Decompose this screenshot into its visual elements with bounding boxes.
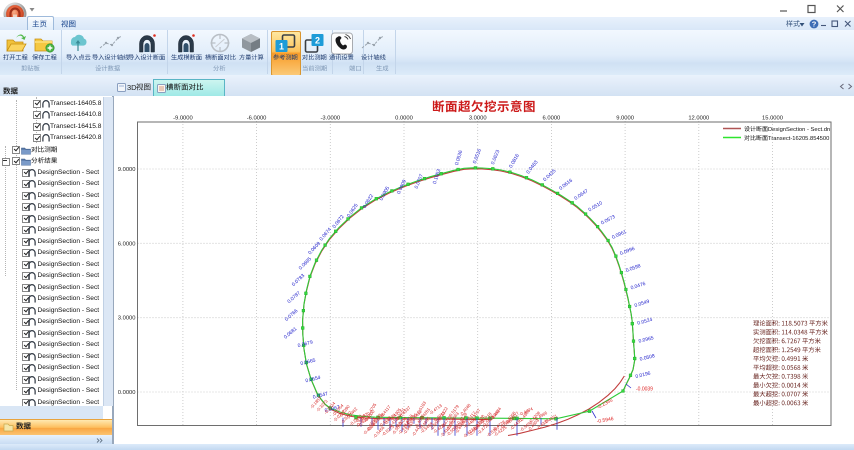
svg-text:0.0508: 0.0508 [639,353,656,363]
svg-text:12.0000: 12.0000 [688,116,709,122]
svg-text:0.0707: 0.0707 [414,173,425,190]
svg-text:0.0679: 0.0679 [297,340,314,350]
svg-text:0.0996: 0.0996 [619,246,636,257]
svg-text:-0.5946: -0.5946 [596,416,614,425]
svg-text:0.0573: 0.0573 [600,214,617,226]
svg-text:0.0510: 0.0510 [587,200,603,213]
svg-text:0.0647: 0.0647 [573,188,589,202]
svg-text:-3.0000: -3.0000 [320,116,340,122]
svg-text:DesignSection - Sect.dn: DesignSection - Sect.dn [768,127,830,133]
svg-text:0.0524: 0.0524 [637,317,654,327]
svg-text:-0.2345: -0.2345 [596,397,614,410]
svg-text:0.0766: 0.0766 [284,308,300,323]
svg-text:6.0000: 6.0000 [543,116,561,122]
svg-text:0.0616: 0.0616 [558,178,574,192]
svg-text:0.0674: 0.0674 [319,227,334,243]
svg-text:0.0476: 0.0476 [630,281,647,291]
svg-text:0.0787: 0.0787 [286,290,302,305]
svg-text:2: 2 [315,36,320,46]
svg-text:0.0681: 0.0681 [283,326,299,341]
svg-text:0.0549: 0.0549 [634,299,651,309]
svg-text:1: 1 [279,42,284,52]
svg-text:0.0783: 0.0783 [291,273,306,288]
svg-text:Transect-16205.854500: Transect-16205.854500 [768,136,829,142]
svg-text:-0.0039: -0.0039 [636,387,653,393]
svg-text:0.0695: 0.0695 [298,256,313,271]
svg-text:6.0000: 6.0000 [118,241,136,247]
svg-text:-9.0000: -9.0000 [173,116,193,122]
svg-text:0.0816: 0.0816 [508,153,521,169]
svg-text:0.0425: 0.0425 [542,168,557,183]
svg-text:0.0961: 0.0961 [611,229,628,241]
svg-text:0.0665: 0.0665 [300,357,317,367]
svg-text:0.0196: 0.0196 [635,370,652,380]
svg-text:0.0000: 0.0000 [118,390,136,396]
svg-text:?: ? [812,20,817,29]
svg-text:15.0000: 15.0000 [762,116,783,122]
svg-text:0.0965: 0.0965 [638,335,655,345]
svg-text:9.0000: 9.0000 [616,116,634,122]
svg-text:0.0909: 0.0909 [396,179,408,196]
svg-text:0.0536: 0.0536 [454,149,464,166]
svg-text:0.0623: 0.0623 [490,149,501,166]
svg-text:0.0516: 0.0516 [472,148,483,165]
svg-text:3.0000: 3.0000 [469,116,487,122]
svg-text:0.0463: 0.0463 [525,159,539,175]
svg-text:9.0000: 9.0000 [118,167,136,173]
svg-text:0.0598: 0.0598 [625,263,642,274]
svg-text:-6.0000: -6.0000 [247,116,267,122]
svg-text:0.1053: 0.1053 [432,168,442,185]
svg-text:3.0000: 3.0000 [118,316,136,322]
svg-text:0.0000: 0.0000 [395,116,413,122]
svg-text:0.0905: 0.0905 [378,185,391,201]
